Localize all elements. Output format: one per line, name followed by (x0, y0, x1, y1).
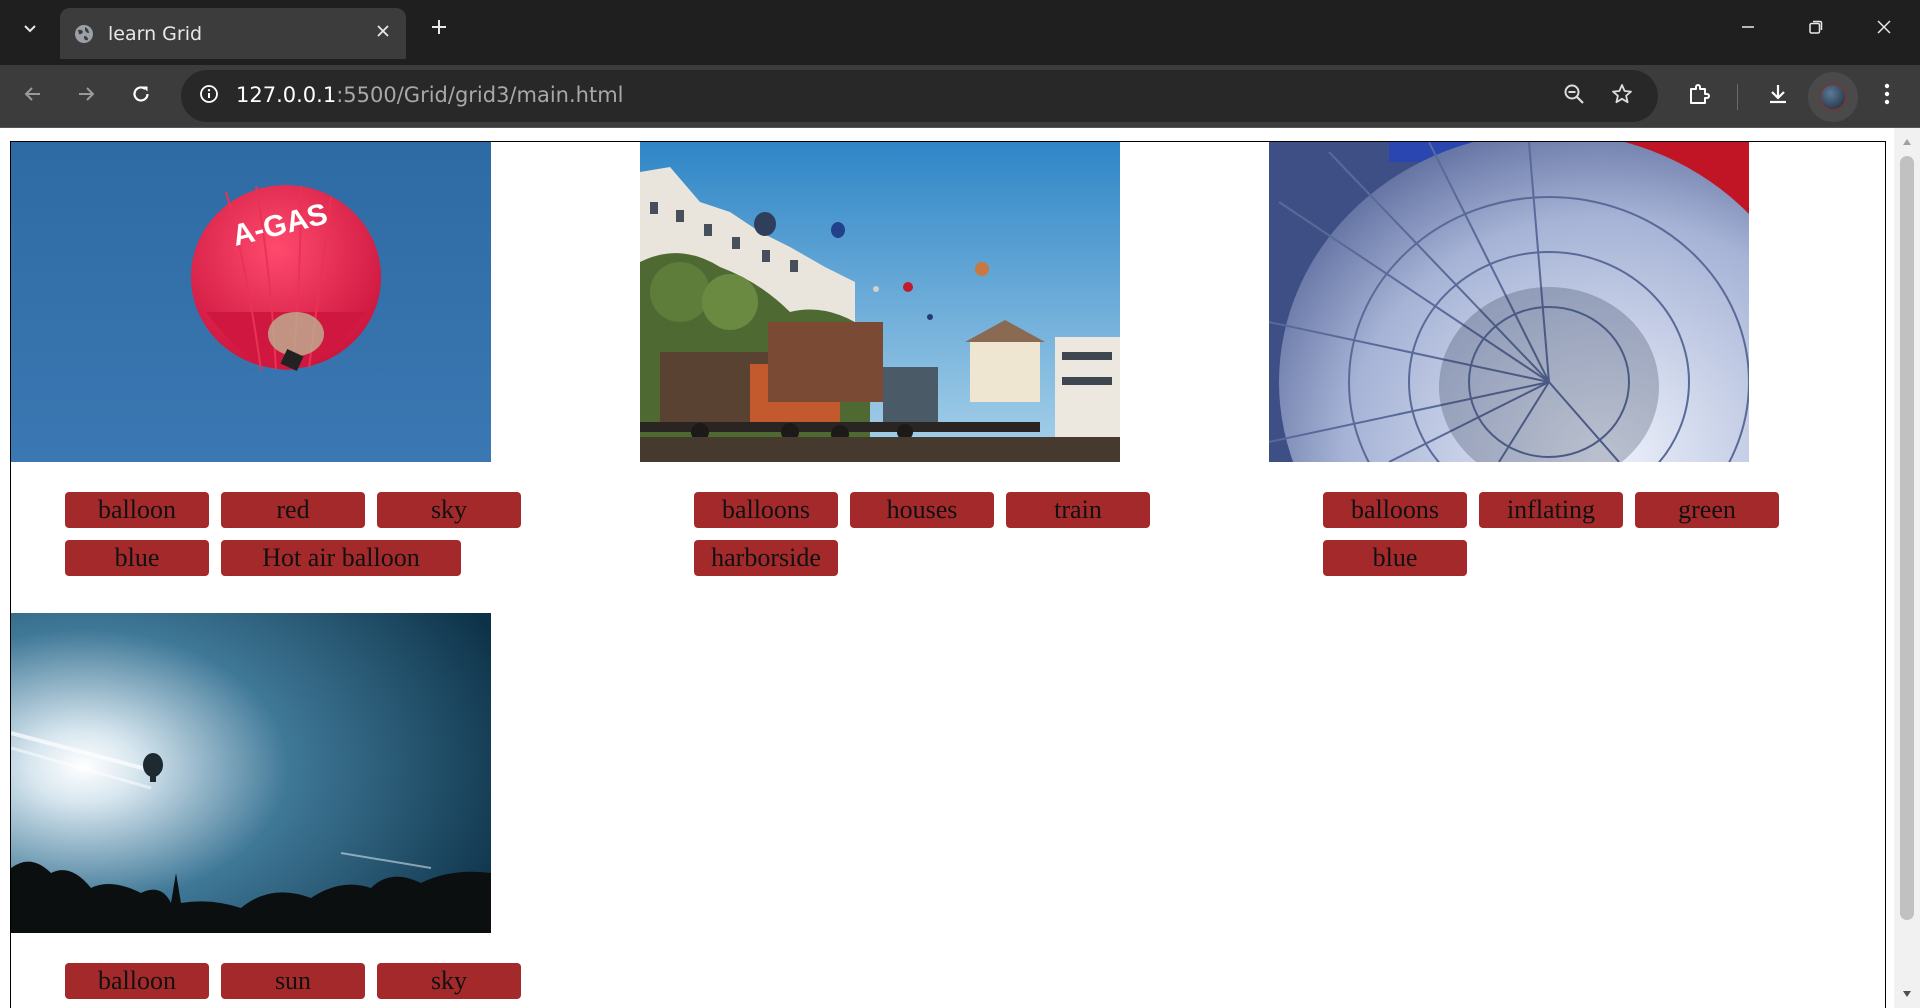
zoom-out-icon (1563, 83, 1585, 110)
tab-list-button[interactable] (12, 12, 48, 48)
tag[interactable]: houses (850, 492, 994, 528)
back-button[interactable] (13, 76, 53, 116)
minimize-button[interactable] (1714, 0, 1782, 58)
tag-list: balloon sun sky (65, 963, 535, 999)
triangle-down-icon (1902, 985, 1912, 1003)
address-bar[interactable]: 127.0.0.1:5500/Grid/grid3/main.html (181, 70, 1658, 122)
info-icon (199, 84, 219, 109)
new-tab-button[interactable] (424, 14, 454, 44)
menu-button[interactable] (1867, 76, 1907, 116)
vertical-scrollbar[interactable] (1894, 128, 1920, 1008)
photo-red-balloon: A-GAS (11, 142, 491, 462)
restore-button[interactable] (1782, 0, 1850, 58)
close-window-button[interactable] (1850, 0, 1918, 58)
globe-icon (74, 24, 94, 44)
scrollbar-thumb[interactable] (1900, 156, 1914, 920)
puzzle-icon (1687, 82, 1711, 111)
tag[interactable]: red (221, 492, 365, 528)
close-icon (376, 24, 390, 43)
tag[interactable]: balloon (65, 492, 209, 528)
profile-avatar[interactable] (1808, 72, 1858, 122)
tag[interactable]: harborside (694, 540, 838, 576)
tag[interactable]: blue (65, 540, 209, 576)
tag[interactable]: green (1635, 492, 1779, 528)
download-icon (1766, 82, 1790, 111)
url-path: :5500/Grid/grid3/main.html (336, 83, 624, 107)
grid-container: A-GAS balloon red sky blue Hot air ballo… (10, 141, 1886, 1008)
tag[interactable]: train (1006, 492, 1150, 528)
tab-learn-grid[interactable]: learn Grid (60, 8, 406, 59)
tag[interactable]: balloons (694, 492, 838, 528)
arrow-left-icon (22, 83, 44, 110)
url-text[interactable]: 127.0.0.1:5500/Grid/grid3/main.html (236, 83, 624, 107)
tag-list: balloons houses train harborside (694, 492, 1164, 576)
photo-balloon-sun (11, 613, 491, 933)
downloads-button[interactable] (1758, 76, 1798, 116)
arrow-right-icon (75, 83, 97, 110)
chevron-down-icon (22, 20, 38, 41)
tab-close-button[interactable] (370, 20, 396, 46)
kebab-menu-icon (1884, 83, 1890, 110)
tag[interactable]: balloon (65, 963, 209, 999)
zoom-button[interactable] (1556, 78, 1592, 114)
tag[interactable]: sky (377, 963, 521, 999)
scroll-up-arrow[interactable] (1894, 132, 1920, 152)
close-icon (1876, 19, 1892, 40)
photo-harborside-train (640, 142, 1120, 462)
browser-toolbar: 127.0.0.1:5500/Grid/grid3/main.html (0, 65, 1920, 128)
toolbar-separator (1737, 84, 1738, 110)
triangle-up-icon (1902, 133, 1912, 151)
minimize-icon (1740, 19, 1756, 40)
tab-bar: learn Grid (0, 0, 1920, 65)
star-icon (1611, 83, 1633, 110)
reload-button[interactable] (121, 76, 161, 116)
plus-icon (430, 18, 448, 41)
extensions-button[interactable] (1679, 76, 1719, 116)
tag[interactable]: balloons (1323, 492, 1467, 528)
avatar-image (1819, 83, 1847, 111)
tag[interactable]: inflating (1479, 492, 1623, 528)
scroll-down-arrow[interactable] (1894, 984, 1920, 1004)
bookmark-button[interactable] (1604, 78, 1640, 114)
page-viewport: A-GAS balloon red sky blue Hot air ballo… (0, 128, 1920, 1008)
photo-inflating-balloons (1269, 142, 1749, 462)
site-info-button[interactable] (191, 78, 227, 114)
restore-icon (1808, 19, 1824, 40)
tag-list: balloon red sky blue Hot air balloon (65, 492, 535, 576)
tag[interactable]: sky (377, 492, 521, 528)
tag[interactable]: blue (1323, 540, 1467, 576)
url-host: 127.0.0.1 (236, 83, 337, 107)
tag-list: balloons inflating green blue (1323, 492, 1793, 576)
forward-button[interactable] (66, 76, 106, 116)
tab-title: learn Grid (108, 22, 203, 45)
reload-icon (130, 83, 152, 110)
tag[interactable]: sun (221, 963, 365, 999)
tag[interactable]: Hot air balloon (221, 540, 461, 576)
